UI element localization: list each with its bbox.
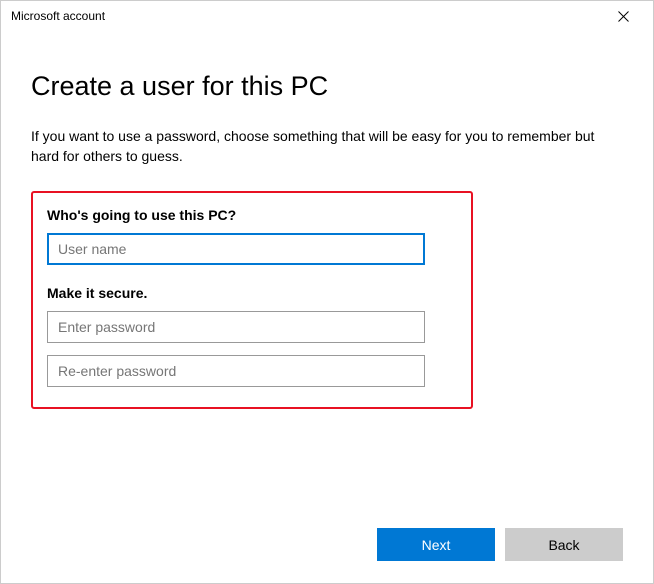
next-button[interactable]: Next <box>377 528 495 561</box>
content-area: Create a user for this PC If you want to… <box>1 31 653 528</box>
back-button[interactable]: Back <box>505 528 623 561</box>
username-input[interactable] <box>47 233 425 265</box>
footer-buttons: Next Back <box>1 528 653 583</box>
page-subtext: If you want to use a password, choose so… <box>31 126 623 167</box>
window-title: Microsoft account <box>11 9 105 23</box>
page-heading: Create a user for this PC <box>31 71 623 102</box>
confirm-password-input[interactable] <box>47 355 425 387</box>
titlebar: Microsoft account <box>1 1 653 31</box>
form-highlight-box: Who's going to use this PC? Make it secu… <box>31 191 473 409</box>
close-button[interactable] <box>603 2 643 30</box>
username-section-label: Who's going to use this PC? <box>47 207 457 223</box>
password-input[interactable] <box>47 311 425 343</box>
close-icon <box>618 11 629 22</box>
dialog-window: Microsoft account Create a user for this… <box>0 0 654 584</box>
password-section-label: Make it secure. <box>47 285 457 301</box>
